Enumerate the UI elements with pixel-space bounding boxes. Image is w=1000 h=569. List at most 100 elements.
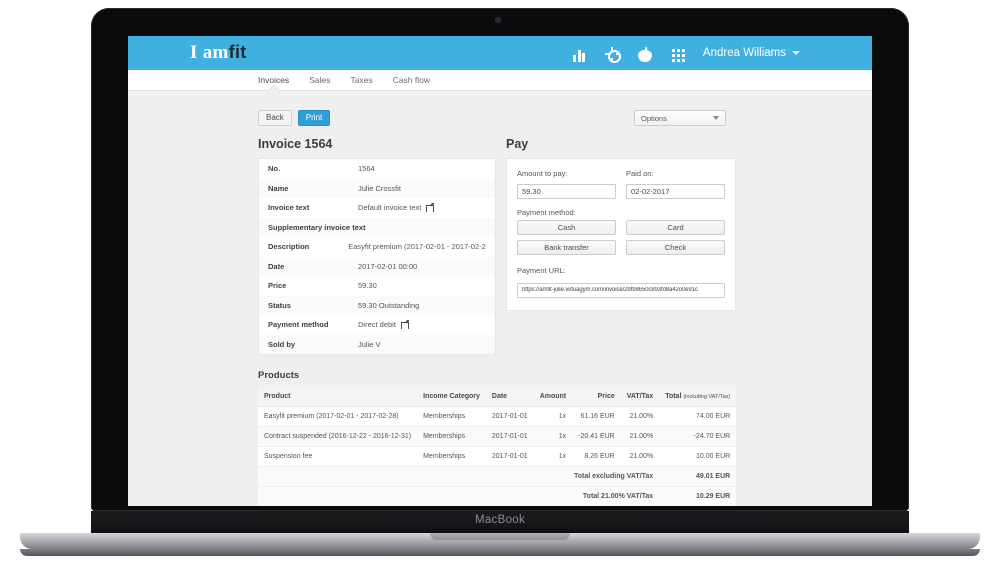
detail-label: Sold by (268, 339, 296, 349)
products-title: Products (258, 370, 300, 381)
table-row: Status 59.30 Outstanding (259, 295, 495, 315)
target-icon[interactable] (604, 45, 621, 63)
column-header-amount: Amount (533, 387, 573, 407)
cell-product: Suspension fee (258, 446, 418, 467)
nav-tab-invoices[interactable]: Invoices (258, 75, 289, 85)
detail-value-text: Julie V (358, 339, 381, 349)
detail-value: Julie V (358, 340, 381, 349)
app-header: I amfit Andrea Williams (128, 36, 872, 70)
pay-cash-button[interactable]: Cash (517, 220, 616, 235)
cell-category: Memberships (417, 426, 486, 447)
bar-chart-icon[interactable] (571, 45, 588, 62)
webcam-icon (495, 17, 501, 23)
detail-value-text: Direct debit (358, 320, 396, 330)
nav-tab-sales[interactable]: Sales (309, 75, 330, 85)
pay-title: Pay (506, 137, 529, 151)
payment-url-label: Payment URL: (517, 266, 566, 275)
column-header-vat-tax: VAT/Tax (620, 387, 660, 407)
pay-check-button[interactable]: Check (626, 240, 725, 255)
apple-icon[interactable] (637, 45, 654, 62)
table-row: Date 2017-02-01 00:00 (259, 256, 495, 276)
cell-date: 2017-01-01 (485, 406, 534, 427)
payment-method-label: Payment method: (517, 208, 576, 217)
table-row: Suspension fee Memberships 2017-01-01 1x… (258, 446, 737, 467)
detail-label: Status (268, 300, 291, 310)
cell-amount: 1x (533, 406, 573, 427)
column-header-total: Total (including VAT/Tax) (659, 387, 737, 407)
detail-value: Julie Crossfit (358, 184, 401, 193)
nav-tab-cash-flow[interactable]: Cash flow (393, 75, 430, 85)
cell-price: 61.16 EUR (572, 406, 621, 427)
amount-to-pay-label: Amount to pay: (517, 169, 568, 178)
total-excluding-vat-label: Total excluding VAT/Tax (258, 466, 660, 487)
cell-vat: 21.00% (620, 406, 660, 427)
chevron-down-icon (792, 51, 800, 55)
cell-date: 2017-01-01 (485, 426, 534, 447)
cell-total: -24.70 EUR (659, 426, 737, 447)
grid-icon[interactable] (670, 45, 687, 62)
detail-value-text: 59.30 Outstanding (358, 300, 420, 310)
table-row: Easyfit premium (2017-02-01 - 2017-02-28… (258, 406, 737, 427)
payment-method-buttons: Cash Card Bank transfer Check (517, 220, 725, 255)
device-label: MacBook (474, 514, 526, 526)
brand-logo[interactable]: I amfit (190, 42, 247, 64)
cell-price: 8.26 EUR (572, 446, 621, 467)
print-button[interactable]: Print (297, 110, 331, 126)
detail-label: Supplementary invoice text (268, 222, 366, 232)
cell-product: Easyfit premium (2017-02-01 - 2017-02-28… (258, 406, 418, 427)
back-button[interactable]: Back (258, 110, 292, 126)
detail-label: Description (268, 242, 310, 252)
detail-value-text: Julie Crossfit (358, 183, 401, 193)
laptop-notch (430, 533, 570, 540)
pay-bank-transfer-button[interactable]: Bank transfer (517, 240, 616, 255)
main-nav: Invoices Sales Taxes Cash flow (128, 70, 872, 91)
totals-row: Total excluding VAT/Tax 49.01 EUR (258, 466, 737, 487)
cell-total: 10.00 EUR (659, 446, 737, 467)
table-row: Description Easyfit premium (2017-02-01 … (259, 237, 495, 257)
detail-value-text: 59.30 (358, 281, 377, 291)
column-header-product: Product (258, 387, 418, 407)
payment-url-input[interactable] (517, 282, 725, 298)
paid-on-field: Paid on: (626, 169, 725, 199)
total-vat-label: Total 21.00% VAT/Tax (258, 486, 660, 506)
detail-value: 59.30 (358, 281, 377, 290)
browser-screen: I amfit Andrea Williams Invoices Sales T… (128, 36, 872, 506)
laptop-foot (20, 549, 980, 556)
edit-icon[interactable] (400, 321, 409, 330)
products-table-body: Easyfit premium (2017-02-01 - 2017-02-28… (258, 406, 737, 506)
detail-value-text: Easyfit premium (2017-02-01 - 2017-02-28… (348, 242, 486, 252)
nav-tab-taxes[interactable]: Taxes (350, 75, 372, 85)
table-row: Payment method Direct debit (259, 315, 495, 335)
products-table-head: Product Income Category Date Amount Pric… (258, 387, 737, 407)
paid-on-input[interactable] (626, 184, 725, 199)
edit-icon[interactable] (426, 204, 435, 213)
user-menu[interactable]: Andrea Williams (703, 47, 800, 59)
cell-vat: 21.00% (620, 446, 660, 467)
table-row: No. 1564 (259, 159, 495, 179)
user-name: Andrea Williams (702, 47, 786, 59)
page-body: Back Print Options Invoice 1564 No. 1564 (128, 91, 872, 506)
content-columns: Invoice 1564 No. 1564 Name Julie Crossfi… (128, 127, 872, 355)
invoice-detail-table: No. 1564 Name Julie Crossfit Invoice tex… (258, 158, 496, 355)
pay-fields-row: Amount to pay: Paid on: (517, 169, 725, 199)
cell-amount: 1x (533, 426, 573, 447)
invoice-column: Invoice 1564 No. 1564 Name Julie Crossfi… (258, 137, 496, 355)
pay-card-button[interactable]: Card (626, 220, 725, 235)
amount-to-pay-input[interactable] (517, 184, 616, 199)
cell-category: Memberships (417, 446, 486, 467)
column-header-income-category: Income Category (417, 387, 486, 407)
detail-value: Easyfit premium (2017-02-01 - 2017-02-28… (348, 242, 486, 251)
cell-product: Contract suspended (2016-12-22 - 2016-12… (258, 426, 418, 447)
brand-logo-first: I am (190, 42, 229, 63)
detail-value: Direct debit (358, 320, 409, 330)
products-table: Product Income Category Date Amount Pric… (258, 387, 737, 506)
detail-value-text: 2017-02-01 00:00 (358, 261, 418, 271)
detail-label: Name (268, 183, 289, 193)
detail-label: Price (268, 281, 287, 291)
table-row: Invoice text Default invoice text (259, 198, 495, 218)
options-dropdown[interactable]: Options (634, 110, 726, 126)
totals-row: Total 21.00% VAT/Tax 10.29 EUR (258, 486, 737, 506)
options-dropdown-label: Options (641, 113, 667, 123)
cell-price: -20.41 EUR (572, 426, 621, 447)
brand-logo-accent: fit (228, 42, 247, 62)
